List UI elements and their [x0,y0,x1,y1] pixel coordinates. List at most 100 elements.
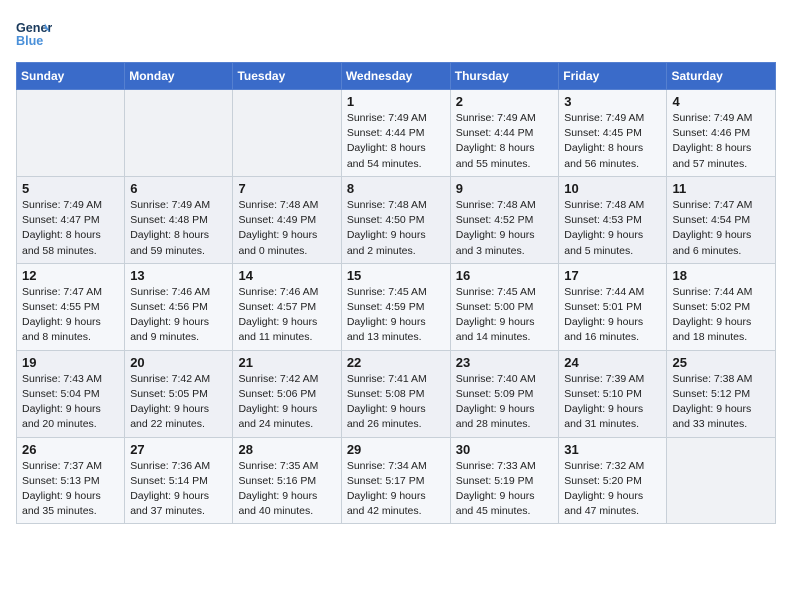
day-number: 10 [564,181,661,196]
day-info: Sunrise: 7:44 AM Sunset: 5:01 PM Dayligh… [564,285,661,346]
calendar-cell: 27 Sunrise: 7:36 AM Sunset: 5:14 PM Dayli… [125,437,233,524]
day-info: Sunrise: 7:46 AM Sunset: 4:57 PM Dayligh… [238,285,335,346]
calendar-cell: 23 Sunrise: 7:40 AM Sunset: 5:09 PM Dayli… [450,350,559,437]
calendar-cell: 25 Sunrise: 7:38 AM Sunset: 5:12 PM Dayli… [667,350,776,437]
calendar-cell: 20 Sunrise: 7:42 AM Sunset: 5:05 PM Dayli… [125,350,233,437]
day-info: Sunrise: 7:41 AM Sunset: 5:08 PM Dayligh… [347,372,445,433]
calendar-cell: 11 Sunrise: 7:47 AM Sunset: 4:54 PM Dayli… [667,176,776,263]
calendar-cell: 28 Sunrise: 7:35 AM Sunset: 5:16 PM Dayli… [233,437,341,524]
day-info: Sunrise: 7:37 AM Sunset: 5:13 PM Dayligh… [22,459,119,520]
calendar-cell: 5 Sunrise: 7:49 AM Sunset: 4:47 PM Daylig… [17,176,125,263]
day-number: 4 [672,94,770,109]
logo: General Blue [16,16,52,52]
day-info: Sunrise: 7:39 AM Sunset: 5:10 PM Dayligh… [564,372,661,433]
calendar-cell: 29Sunrise: 7:34 AM Sunset: 5:17 PM Dayli… [341,437,450,524]
day-info: Sunrise: 7:49 AM Sunset: 4:47 PM Dayligh… [22,198,119,259]
day-info: Sunrise: 7:33 AM Sunset: 5:19 PM Dayligh… [456,459,554,520]
weekday-header-sunday: Sunday [17,63,125,90]
calendar-cell: 6Sunrise: 7:49 AM Sunset: 4:48 PM Daylig… [125,176,233,263]
day-number: 8 [347,181,445,196]
calendar-week-row: 19 Sunrise: 7:43 AM Sunset: 5:04 PM Dayli… [17,350,776,437]
calendar-cell [17,90,125,177]
calendar-cell: 13 Sunrise: 7:46 AM Sunset: 4:56 PM Dayli… [125,263,233,350]
day-info: Sunrise: 7:49 AM Sunset: 4:45 PM Dayligh… [564,111,661,172]
page-header: General Blue [16,16,776,52]
day-info: Sunrise: 7:38 AM Sunset: 5:12 PM Dayligh… [672,372,770,433]
day-info: Sunrise: 7:49 AM Sunset: 4:44 PM Dayligh… [347,111,445,172]
day-number: 25 [672,355,770,370]
day-info: Sunrise: 7:47 AM Sunset: 4:54 PM Dayligh… [672,198,770,259]
weekday-header-thursday: Thursday [450,63,559,90]
svg-text:Blue: Blue [16,34,43,48]
calendar-cell: 3 Sunrise: 7:49 AM Sunset: 4:45 PM Daylig… [559,90,667,177]
day-number: 22 [347,355,445,370]
calendar-cell: 10 Sunrise: 7:48 AM Sunset: 4:53 PM Dayli… [559,176,667,263]
day-info: Sunrise: 7:45 AM Sunset: 4:59 PM Dayligh… [347,285,445,346]
day-info: Sunrise: 7:49 AM Sunset: 4:46 PM Dayligh… [672,111,770,172]
calendar-cell [233,90,341,177]
day-number: 1 [347,94,445,109]
calendar-week-row: 12Sunrise: 7:47 AM Sunset: 4:55 PM Dayli… [17,263,776,350]
day-number: 20 [130,355,227,370]
day-info: Sunrise: 7:48 AM Sunset: 4:53 PM Dayligh… [564,198,661,259]
day-number: 14 [238,268,335,283]
calendar-cell [125,90,233,177]
day-number: 31 [564,442,661,457]
calendar-cell: 2Sunrise: 7:49 AM Sunset: 4:44 PM Daylig… [450,90,559,177]
day-number: 26 [22,442,119,457]
day-number: 18 [672,268,770,283]
day-number: 3 [564,94,661,109]
day-info: Sunrise: 7:49 AM Sunset: 4:44 PM Dayligh… [456,111,554,172]
calendar-cell: 1 Sunrise: 7:49 AM Sunset: 4:44 PM Daylig… [341,90,450,177]
day-info: Sunrise: 7:45 AM Sunset: 5:00 PM Dayligh… [456,285,554,346]
calendar-cell: 24 Sunrise: 7:39 AM Sunset: 5:10 PM Dayli… [559,350,667,437]
day-number: 24 [564,355,661,370]
day-info: Sunrise: 7:43 AM Sunset: 5:04 PM Dayligh… [22,372,119,433]
day-number: 23 [456,355,554,370]
day-number: 7 [238,181,335,196]
day-info: Sunrise: 7:48 AM Sunset: 4:50 PM Dayligh… [347,198,445,259]
calendar-cell: 22 Sunrise: 7:41 AM Sunset: 5:08 PM Dayli… [341,350,450,437]
day-info: Sunrise: 7:32 AM Sunset: 5:20 PM Dayligh… [564,459,661,520]
calendar-cell: 8 Sunrise: 7:48 AM Sunset: 4:50 PM Daylig… [341,176,450,263]
day-number: 5 [22,181,119,196]
calendar-cell: 19 Sunrise: 7:43 AM Sunset: 5:04 PM Dayli… [17,350,125,437]
weekday-header-friday: Friday [559,63,667,90]
day-number: 21 [238,355,335,370]
calendar-cell: 12Sunrise: 7:47 AM Sunset: 4:55 PM Dayli… [17,263,125,350]
day-info: Sunrise: 7:35 AM Sunset: 5:16 PM Dayligh… [238,459,335,520]
day-info: Sunrise: 7:48 AM Sunset: 4:52 PM Dayligh… [456,198,554,259]
day-info: Sunrise: 7:48 AM Sunset: 4:49 PM Dayligh… [238,198,335,259]
day-info: Sunrise: 7:49 AM Sunset: 4:48 PM Dayligh… [130,198,227,259]
day-number: 12 [22,268,119,283]
day-info: Sunrise: 7:34 AM Sunset: 5:17 PM Dayligh… [347,459,445,520]
day-number: 19 [22,355,119,370]
calendar-cell: 31 Sunrise: 7:32 AM Sunset: 5:20 PM Dayli… [559,437,667,524]
day-number: 27 [130,442,227,457]
weekday-header-wednesday: Wednesday [341,63,450,90]
day-info: Sunrise: 7:36 AM Sunset: 5:14 PM Dayligh… [130,459,227,520]
day-number: 11 [672,181,770,196]
logo-icon: General Blue [16,16,52,52]
day-info: Sunrise: 7:40 AM Sunset: 5:09 PM Dayligh… [456,372,554,433]
calendar-cell: 21 Sunrise: 7:42 AM Sunset: 5:06 PM Dayli… [233,350,341,437]
weekday-header-saturday: Saturday [667,63,776,90]
day-info: Sunrise: 7:44 AM Sunset: 5:02 PM Dayligh… [672,285,770,346]
day-number: 30 [456,442,554,457]
day-number: 9 [456,181,554,196]
calendar-cell: 15Sunrise: 7:45 AM Sunset: 4:59 PM Dayli… [341,263,450,350]
calendar-cell: 30 Sunrise: 7:33 AM Sunset: 5:19 PM Dayli… [450,437,559,524]
weekday-header-monday: Monday [125,63,233,90]
day-number: 17 [564,268,661,283]
calendar-cell [667,437,776,524]
calendar-cell: 16Sunrise: 7:45 AM Sunset: 5:00 PM Dayli… [450,263,559,350]
day-info: Sunrise: 7:42 AM Sunset: 5:06 PM Dayligh… [238,372,335,433]
day-number: 13 [130,268,227,283]
day-info: Sunrise: 7:42 AM Sunset: 5:05 PM Dayligh… [130,372,227,433]
calendar-cell: 4 Sunrise: 7:49 AM Sunset: 4:46 PM Daylig… [667,90,776,177]
calendar-week-row: 5 Sunrise: 7:49 AM Sunset: 4:47 PM Daylig… [17,176,776,263]
day-info: Sunrise: 7:46 AM Sunset: 4:56 PM Dayligh… [130,285,227,346]
calendar-cell: 18 Sunrise: 7:44 AM Sunset: 5:02 PM Dayli… [667,263,776,350]
weekday-header-tuesday: Tuesday [233,63,341,90]
day-number: 28 [238,442,335,457]
